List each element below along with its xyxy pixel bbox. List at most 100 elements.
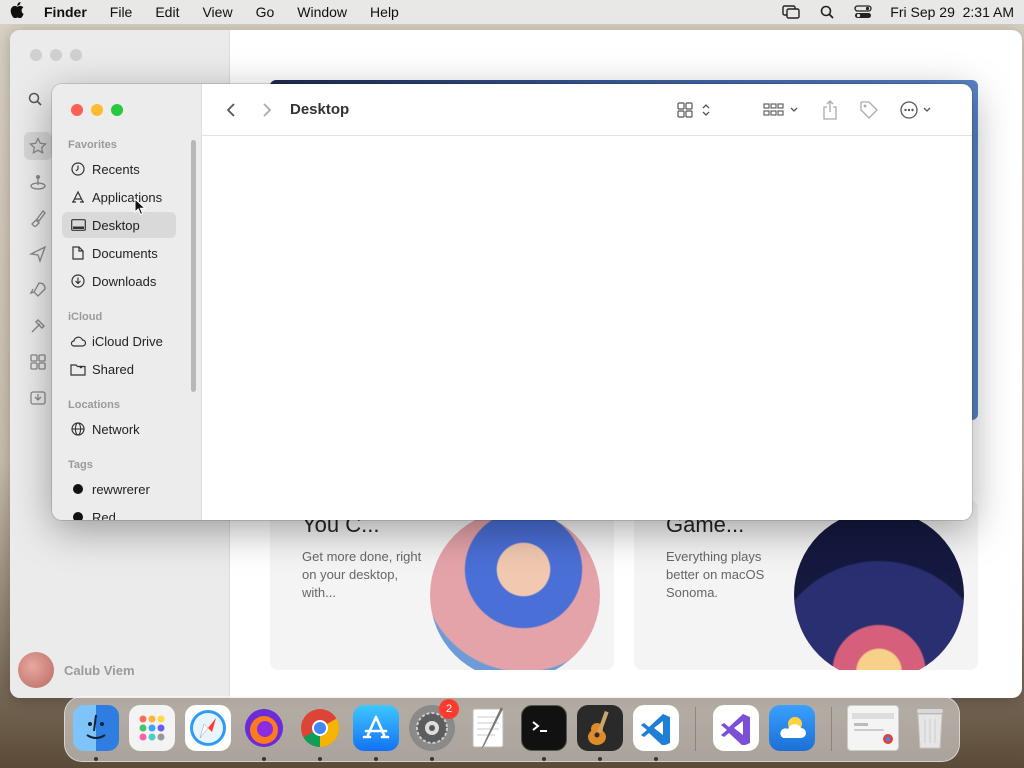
icon-view-icon <box>677 102 710 118</box>
minimized-chrome-window[interactable] <box>847 705 899 751</box>
close-button[interactable] <box>71 104 83 116</box>
applications-icon <box>70 189 86 205</box>
firefox-dock-icon[interactable] <box>241 705 287 751</box>
sidebar-scrollbar[interactable] <box>191 140 196 392</box>
card-description: Get more done, right on your desktop, wi… <box>302 549 422 600</box>
finder-dock-icon[interactable] <box>73 705 119 751</box>
tag-dot-icon <box>70 481 86 497</box>
zoom-button[interactable] <box>111 104 123 116</box>
running-indicator <box>598 757 602 761</box>
grid-icon[interactable] <box>24 348 52 376</box>
system-settings-dock-icon[interactable]: 2 <box>409 699 459 751</box>
app-name-menu[interactable]: Finder <box>44 4 87 20</box>
sidebar-item-recents[interactable]: Recents <box>62 156 176 182</box>
sidebar-item-downloads[interactable]: Downloads <box>62 268 176 294</box>
sidebar-item-network[interactable]: Network <box>62 416 176 442</box>
group-icon <box>763 103 798 116</box>
paper-plane-icon[interactable] <box>24 240 52 268</box>
minimize-button[interactable] <box>91 104 103 116</box>
brush-icon[interactable] <box>24 204 52 232</box>
close-button-inactive[interactable] <box>30 49 42 61</box>
sidebar-item-tag[interactable]: Red <box>62 504 176 520</box>
back-button[interactable] <box>222 98 240 122</box>
sidebar-item-icloud-drive[interactable]: iCloud Drive <box>62 328 176 354</box>
rocket-icon[interactable] <box>24 276 52 304</box>
window-controls <box>71 104 123 116</box>
trash-dock-icon[interactable] <box>907 705 953 751</box>
background-sidebar-icons <box>24 132 52 420</box>
cloud-icon <box>70 333 86 349</box>
spotlight-search-icon[interactable] <box>818 5 836 19</box>
minimize-button-inactive[interactable] <box>50 49 62 61</box>
control-center-icon[interactable] <box>854 5 872 19</box>
updates-icon[interactable] <box>24 384 52 412</box>
share-button[interactable] <box>820 98 840 122</box>
finder-toolbar: Desktop <box>202 84 972 136</box>
menubar-clock[interactable]: Fri Sep 29 2:31 AM <box>890 4 1014 20</box>
tag-icon <box>860 101 878 119</box>
sidebar-item-label: iCloud Drive <box>92 333 163 349</box>
sidebar-item-desktop[interactable]: Desktop <box>62 212 176 238</box>
edit-menu[interactable]: Edit <box>155 4 179 20</box>
finder-content-area[interactable] <box>202 137 972 520</box>
card-illustration <box>430 510 600 670</box>
chevron-left-icon <box>226 103 235 117</box>
view-mode-button[interactable] <box>674 98 714 122</box>
sidebar-item-label: Red <box>92 509 116 521</box>
clock-icon <box>70 161 86 177</box>
sidebar-item-label: Desktop <box>92 217 140 233</box>
sidebar-item-shared[interactable]: Shared <box>62 356 176 382</box>
sidebar-item-label: Downloads <box>92 273 157 289</box>
tag-button[interactable] <box>858 98 880 122</box>
star-icon[interactable] <box>24 132 52 160</box>
sidebar-item-documents[interactable]: Documents <box>62 240 176 266</box>
story-card[interactable]: Game... Everything plays better on macOS… <box>634 500 978 670</box>
forward-button[interactable] <box>258 98 276 122</box>
chrome-dock-icon[interactable] <box>297 705 343 751</box>
mouse-pointer-icon <box>134 197 147 221</box>
visual-studio-dock-icon[interactable] <box>713 705 759 751</box>
section-favorites: Favorites <box>68 139 117 151</box>
shared-folder-icon <box>70 361 86 377</box>
section-locations: Locations <box>68 399 120 411</box>
document-icon <box>70 245 86 261</box>
sidebar-item-label: Shared <box>92 361 134 377</box>
apple-menu-icon[interactable] <box>10 2 44 22</box>
vscode-dock-icon[interactable] <box>633 705 679 751</box>
help-menu[interactable]: Help <box>370 4 399 20</box>
dock: 2 <box>64 696 960 762</box>
dock-separator <box>695 707 696 751</box>
app-store-dock-icon[interactable] <box>353 705 399 751</box>
ellipsis-circle-icon <box>900 101 931 119</box>
desktop-icon <box>70 217 86 233</box>
action-menu-button[interactable] <box>898 98 936 122</box>
account-name: Calub Viem <box>64 662 135 678</box>
sidebar-item-label: Documents <box>92 245 158 261</box>
background-window-controls <box>30 49 82 61</box>
finder-sidebar: Favorites Recents Applications Desktop D… <box>52 84 202 520</box>
running-indicator <box>542 757 546 761</box>
file-menu[interactable]: File <box>110 4 133 20</box>
joystick-icon[interactable] <box>24 168 52 196</box>
running-indicator <box>430 757 434 761</box>
sidebar-item-applications[interactable]: Applications <box>62 184 176 210</box>
account-button[interactable]: Calub Viem <box>18 652 135 688</box>
download-icon <box>70 273 86 289</box>
hammer-icon[interactable] <box>24 312 52 340</box>
terminal-dock-icon[interactable] <box>521 705 567 751</box>
window-menu[interactable]: Window <box>297 4 347 20</box>
screen-mirroring-icon[interactable] <box>782 5 800 19</box>
view-menu[interactable]: View <box>202 4 232 20</box>
textedit-dock-icon[interactable] <box>465 705 511 751</box>
go-menu[interactable]: Go <box>256 4 275 20</box>
weather-dock-icon[interactable] <box>769 705 815 751</box>
zoom-button-inactive[interactable] <box>70 49 82 61</box>
card-description: Everything plays better on macOS Sonoma. <box>666 549 765 600</box>
story-card[interactable]: You C... Get more done, right on your de… <box>270 500 614 670</box>
safari-dock-icon[interactable] <box>185 705 231 751</box>
group-by-button[interactable] <box>762 98 802 122</box>
launchpad-dock-icon[interactable] <box>129 705 175 751</box>
garageband-dock-icon[interactable] <box>577 705 623 751</box>
sidebar-item-tag[interactable]: rewwrerer <box>62 476 176 502</box>
running-indicator <box>94 757 98 761</box>
